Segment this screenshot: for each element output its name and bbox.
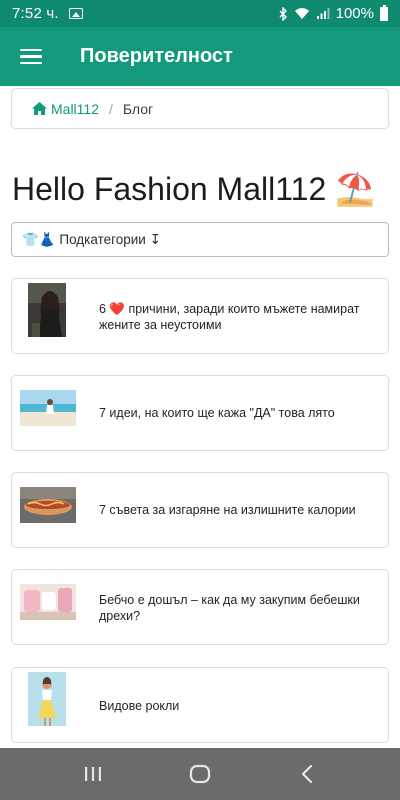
battery-percent: 100% (335, 5, 374, 22)
baby-clothes-image (20, 584, 76, 620)
breadcrumb-separator: / (109, 100, 113, 117)
home-button-icon[interactable] (180, 754, 220, 794)
wifi-icon (294, 8, 309, 19)
breadcrumb: Mall112 / Блог (11, 88, 389, 129)
bluetooth-icon (279, 6, 287, 21)
article-title[interactable]: Видове рокли (99, 698, 376, 714)
breadcrumb-home-link[interactable]: Mall112 (32, 101, 99, 117)
subcategories-button[interactable]: 👕👗 Подкатегории ↧ (11, 222, 389, 257)
hotdog-image (20, 487, 76, 523)
article-card[interactable]: 7 идеи, на които ще кажа "ДА" това лято (11, 375, 389, 451)
status-icons: 100% (278, 4, 388, 22)
home-icon (32, 102, 47, 115)
woman-dress-image (28, 672, 66, 726)
article-title[interactable]: Бебчо е дошъл – как да му закупим бебешк… (99, 592, 376, 624)
hamburger-menu-icon[interactable] (20, 48, 42, 65)
article-card[interactable]: 7 съвета за изгаряне на излишните калори… (11, 472, 389, 548)
status-time: 7:52 ч. (12, 5, 59, 22)
recent-apps-icon[interactable] (73, 754, 113, 794)
page-title: Hello Fashion Mall112 ⛱️ (12, 171, 375, 207)
system-navigation-bar (0, 748, 400, 800)
app-bar: Поверителност (0, 27, 400, 86)
breadcrumb-current: Блог (122, 100, 154, 117)
article-card[interactable]: Видове рокли (11, 667, 389, 743)
battery-icon (380, 4, 388, 21)
breadcrumb-home-label: Mall112 (51, 100, 99, 117)
gallery-notification-icon (68, 8, 83, 19)
status-bar: 7:52 ч. 100% (0, 0, 400, 27)
article-title[interactable]: 6 ❤️ причини, заради които мъжете намира… (99, 301, 376, 333)
signal-icon (316, 8, 330, 19)
back-icon[interactable] (287, 754, 327, 794)
article-title[interactable]: 7 съвета за изгаряне на излишните калори… (99, 502, 376, 518)
beach-image (20, 390, 76, 426)
article-title[interactable]: 7 идеи, на които ще кажа "ДА" това лято (99, 405, 376, 421)
article-card[interactable]: Бебчо е дошъл – как да му закупим бебешк… (11, 569, 389, 645)
app-title: Поверителност (80, 45, 233, 67)
woman-portrait-image (28, 283, 66, 337)
article-card[interactable]: 6 ❤️ причини, заради които мъжете намира… (11, 278, 389, 354)
